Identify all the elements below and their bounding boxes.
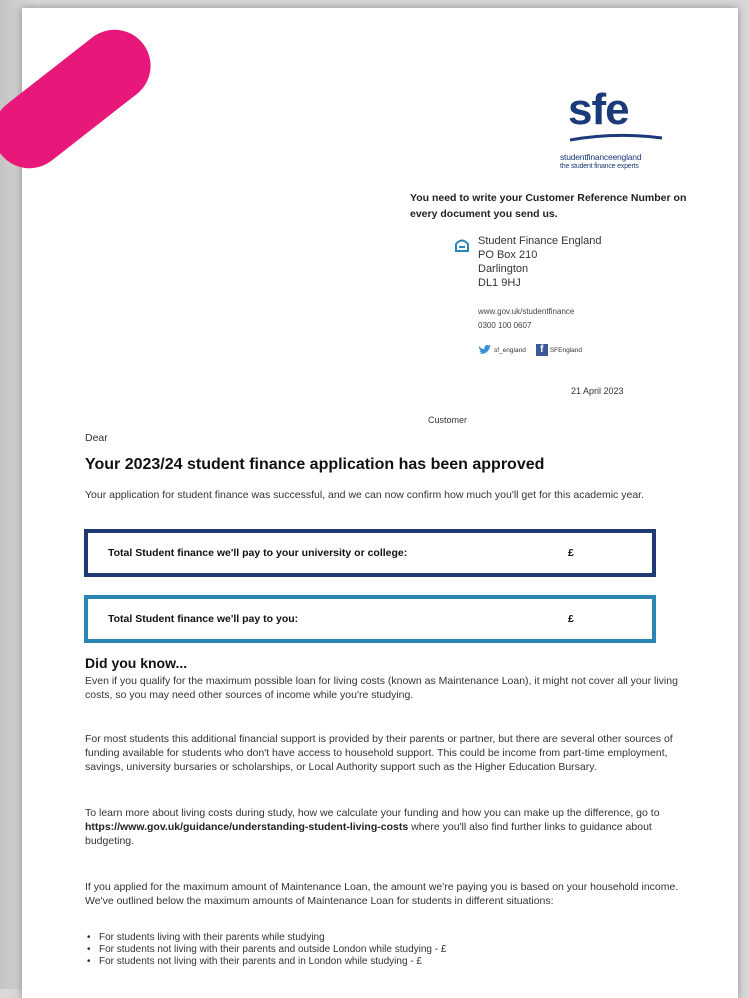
salutation: Dear	[85, 432, 108, 444]
crn-notice: You need to write your Customer Referenc…	[410, 192, 687, 220]
student-total-box: Total Student finance we'll pay to you: …	[84, 595, 656, 643]
maintenance-loan-list: For students living with their parents w…	[85, 932, 645, 968]
student-total-label: Total Student finance we'll pay to you:	[108, 613, 299, 625]
social-links: sf_england f SFEngland	[478, 344, 582, 356]
paragraph-maintenance-loan: If you applied for the maximum amount of…	[85, 881, 679, 907]
postal-address: Student Finance England PO Box 210 Darli…	[478, 234, 602, 290]
address-line: Darlington	[478, 263, 529, 275]
university-total-amount: £	[568, 547, 574, 559]
living-costs-link[interactable]: https://www.gov.uk/guidance/understandin…	[85, 821, 408, 833]
did-you-know-heading: Did you know...	[85, 655, 188, 671]
university-total-box: Total Student finance we'll pay to your …	[84, 529, 656, 577]
logo-line1: studentfinanceengland	[560, 152, 642, 162]
mailbox-icon	[455, 239, 469, 252]
letter-title: Your 2023/24 student finance application…	[85, 456, 545, 473]
student-total-amount: £	[568, 613, 574, 625]
sfe-logo: sfe studentfinanceengland the student fi…	[560, 88, 675, 183]
logo-swoosh-icon	[569, 133, 663, 142]
university-total-label: Total Student finance we'll pay to your …	[108, 547, 408, 559]
facebook-handle: SFEngland	[549, 346, 582, 354]
twitter-link[interactable]: sf_england	[478, 344, 526, 356]
address-line: Student Finance England	[478, 235, 602, 247]
paragraph-living-costs: Even if you qualify for the maximum poss…	[85, 675, 678, 701]
address-line: PO Box 210	[478, 249, 538, 261]
address-line: DL1 9HJ	[478, 277, 521, 289]
letter-page: sfe studentfinanceengland the student fi…	[0, 8, 738, 998]
list-item: For students not living with their paren…	[85, 956, 645, 968]
paragraph-learn-more: To learn more about living costs during …	[85, 806, 680, 848]
twitter-handle: sf_england	[494, 346, 526, 354]
paragraph-other-funding: For most students this additional financ…	[85, 733, 673, 773]
customer-label: Customer	[428, 415, 468, 425]
intro-paragraph: Your application for student finance was…	[85, 489, 644, 501]
twitter-icon	[478, 344, 491, 354]
list-item: For students living with their parents w…	[85, 932, 645, 944]
phone-number: 0300 100 0607	[478, 321, 532, 330]
letter-date: 21 April 2023	[571, 386, 624, 396]
website-link[interactable]: www.gov.uk/studentfinance	[478, 305, 574, 319]
pink-accent-stripe	[0, 15, 166, 183]
contact-details: www.gov.uk/studentfinance 0300 100 0607	[478, 305, 574, 333]
logo-mark: sfe	[568, 85, 630, 134]
list-item: For students not living with their paren…	[85, 944, 645, 956]
facebook-icon: f	[535, 344, 548, 356]
logo-line2: the student finance experts	[560, 163, 639, 170]
learn-more-text: To learn more about living costs during …	[85, 807, 660, 819]
facebook-link[interactable]: f SFEngland	[535, 344, 582, 356]
